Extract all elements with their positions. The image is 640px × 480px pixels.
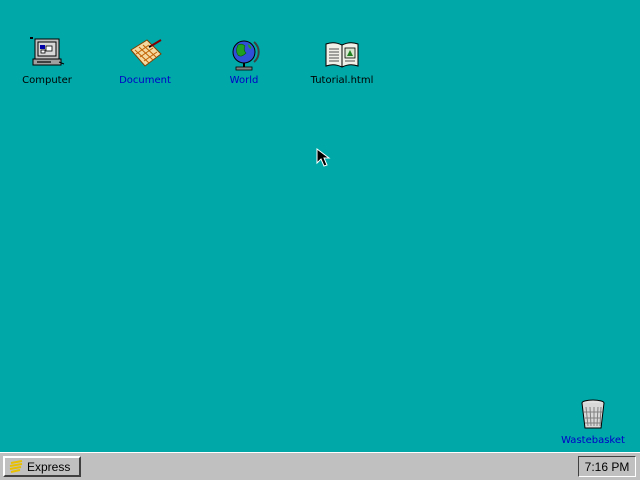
express-logo-icon — [9, 460, 23, 473]
globe-icon — [232, 40, 260, 71]
desktop-icon-label: World — [229, 75, 259, 86]
computer-icon — [30, 37, 65, 66]
desktop-icon-wastebasket[interactable]: Wastebasket — [553, 396, 633, 447]
taskbar-clock: 7:16 PM — [578, 456, 636, 477]
start-button[interactable]: Express — [3, 456, 81, 477]
desktop-icon-label: Wastebasket — [561, 435, 625, 446]
wastebasket-icon — [581, 399, 605, 429]
desktop-icon-world[interactable]: World — [204, 36, 284, 87]
document-icon — [130, 39, 162, 67]
desktop-icon-label: Document — [119, 75, 171, 86]
desktop-icon-label: Computer — [22, 75, 72, 86]
taskbar: Express 7:16 PM — [0, 452, 640, 480]
mouse-pointer-icon — [316, 148, 331, 167]
desktop-icon-computer[interactable]: Computer — [7, 36, 87, 87]
start-button-label: Express — [27, 459, 71, 474]
desktop-icon-document[interactable]: Document — [105, 36, 185, 87]
desktop[interactable]: Computer Document World Tutorial.html Wa… — [0, 0, 640, 452]
book-icon — [325, 42, 359, 68]
desktop-icon-label: Tutorial.html — [310, 75, 374, 86]
desktop-icon-tutorial[interactable]: Tutorial.html — [302, 36, 382, 87]
